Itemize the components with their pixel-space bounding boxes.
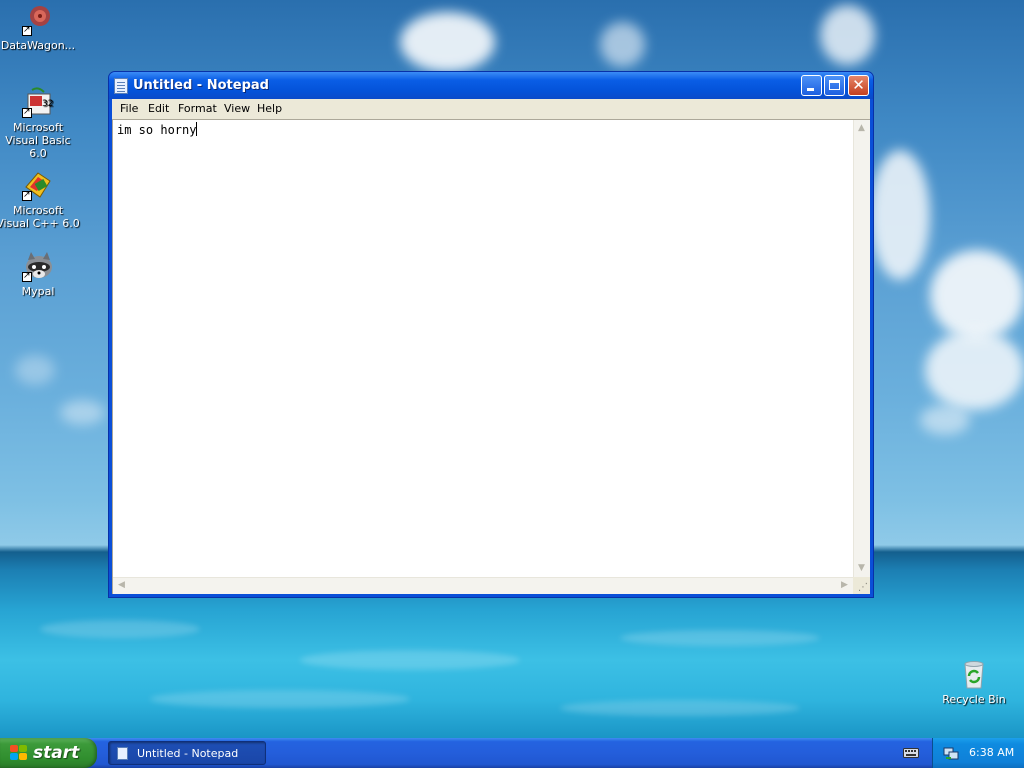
water-highlight: [620, 630, 820, 646]
raccoon-icon: [22, 250, 54, 283]
scroll-up-icon[interactable]: ▲: [854, 121, 869, 136]
desktop-icon-visual-cpp[interactable]: Microsoft Visual C++ 6.0: [0, 169, 80, 230]
datawagon-icon: [22, 4, 54, 37]
text-editor[interactable]: im so horny ▲ ▼ ◀ ▶: [112, 119, 870, 594]
editor-content[interactable]: im so horny: [117, 122, 198, 137]
desktop-icon-datawagon[interactable]: DataWagon...: [0, 4, 80, 52]
desktop-icon-label: Recycle Bin: [942, 693, 1006, 706]
maximize-button[interactable]: [824, 75, 845, 96]
menu-bar: File Edit Format View Help: [112, 99, 870, 118]
vertical-scrollbar[interactable]: ▲ ▼: [853, 120, 870, 577]
scroll-right-icon[interactable]: ▶: [837, 578, 852, 593]
water-highlight: [150, 690, 410, 708]
cloud: [930, 250, 1024, 340]
resize-grip-icon[interactable]: [853, 577, 870, 594]
window-client: File Edit Format View Help im so horny ▲…: [112, 99, 870, 594]
maximize-icon: [829, 80, 840, 90]
scroll-down-icon[interactable]: ▼: [854, 561, 869, 576]
clock[interactable]: 6:38 AM: [969, 746, 1014, 759]
menu-file[interactable]: File: [117, 102, 141, 115]
cloud: [920, 405, 970, 435]
shortcut-arrow-icon: [22, 24, 32, 37]
cloud: [400, 12, 495, 72]
menu-view[interactable]: View: [221, 102, 253, 115]
start-label: start: [33, 743, 80, 763]
desktop-icon-mypal[interactable]: Mypal: [0, 250, 80, 298]
cloud: [60, 400, 105, 425]
start-button[interactable]: start: [0, 738, 97, 768]
notepad-window[interactable]: Untitled - Notepad ✕ File Edit Format Vi…: [108, 71, 874, 598]
menu-help[interactable]: Help: [254, 102, 285, 115]
desktop-icon-label: Mypal: [21, 285, 55, 298]
notepad-icon: [117, 747, 128, 760]
menu-edit[interactable]: Edit: [145, 102, 172, 115]
taskbar: start Untitled - Notepad 6:38 AM: [0, 738, 1024, 768]
cloud: [15, 355, 55, 385]
cloud: [600, 22, 645, 67]
notepad-icon[interactable]: [114, 78, 128, 94]
scroll-left-icon[interactable]: ◀: [114, 578, 129, 593]
water-highlight: [40, 620, 200, 638]
shortcut-arrow-icon: [22, 189, 32, 202]
minimize-button[interactable]: [801, 75, 822, 96]
network-icon[interactable]: [943, 745, 959, 761]
windows-logo-icon: [10, 745, 28, 761]
visual-basic-icon: 32: [22, 86, 54, 119]
water-highlight: [560, 700, 800, 716]
svg-text:32: 32: [42, 99, 53, 109]
desktop-icon-label: DataWagon...: [0, 39, 76, 52]
taskbar-button-label: Untitled - Notepad: [137, 747, 239, 760]
cloud: [925, 330, 1024, 410]
desktop-icon-label: Microsoft Visual Basic 6.0: [5, 121, 71, 160]
close-button[interactable]: ✕: [848, 75, 869, 96]
visual-cpp-icon: [22, 169, 54, 202]
keyboard-icon[interactable]: [903, 746, 919, 759]
shortcut-arrow-icon: [22, 270, 32, 283]
text-caret: [196, 122, 198, 136]
water-highlight: [300, 650, 520, 670]
cloud: [870, 150, 930, 280]
horizontal-scrollbar[interactable]: ◀ ▶: [113, 577, 853, 594]
cloud: [820, 5, 875, 65]
title-bar[interactable]: Untitled - Notepad ✕: [109, 72, 873, 99]
taskbar-button-notepad[interactable]: Untitled - Notepad: [108, 741, 266, 765]
desktop-icon-recycle-bin[interactable]: Recycle Bin: [932, 658, 1016, 706]
system-tray: 6:38 AM: [932, 738, 1024, 768]
desktop-icon-visual-basic[interactable]: 32 Microsoft Visual Basic 6.0: [0, 86, 80, 160]
editor-text: im so horny: [117, 123, 197, 137]
desktop-icon-label: Microsoft Visual C++ 6.0: [0, 204, 80, 230]
recycle-bin-icon: [958, 658, 990, 690]
close-icon: ✕: [852, 76, 865, 94]
menu-format[interactable]: Format: [175, 102, 220, 115]
shortcut-arrow-icon: [22, 106, 32, 119]
minimize-icon: [807, 88, 814, 91]
window-title: Untitled - Notepad: [133, 78, 269, 93]
